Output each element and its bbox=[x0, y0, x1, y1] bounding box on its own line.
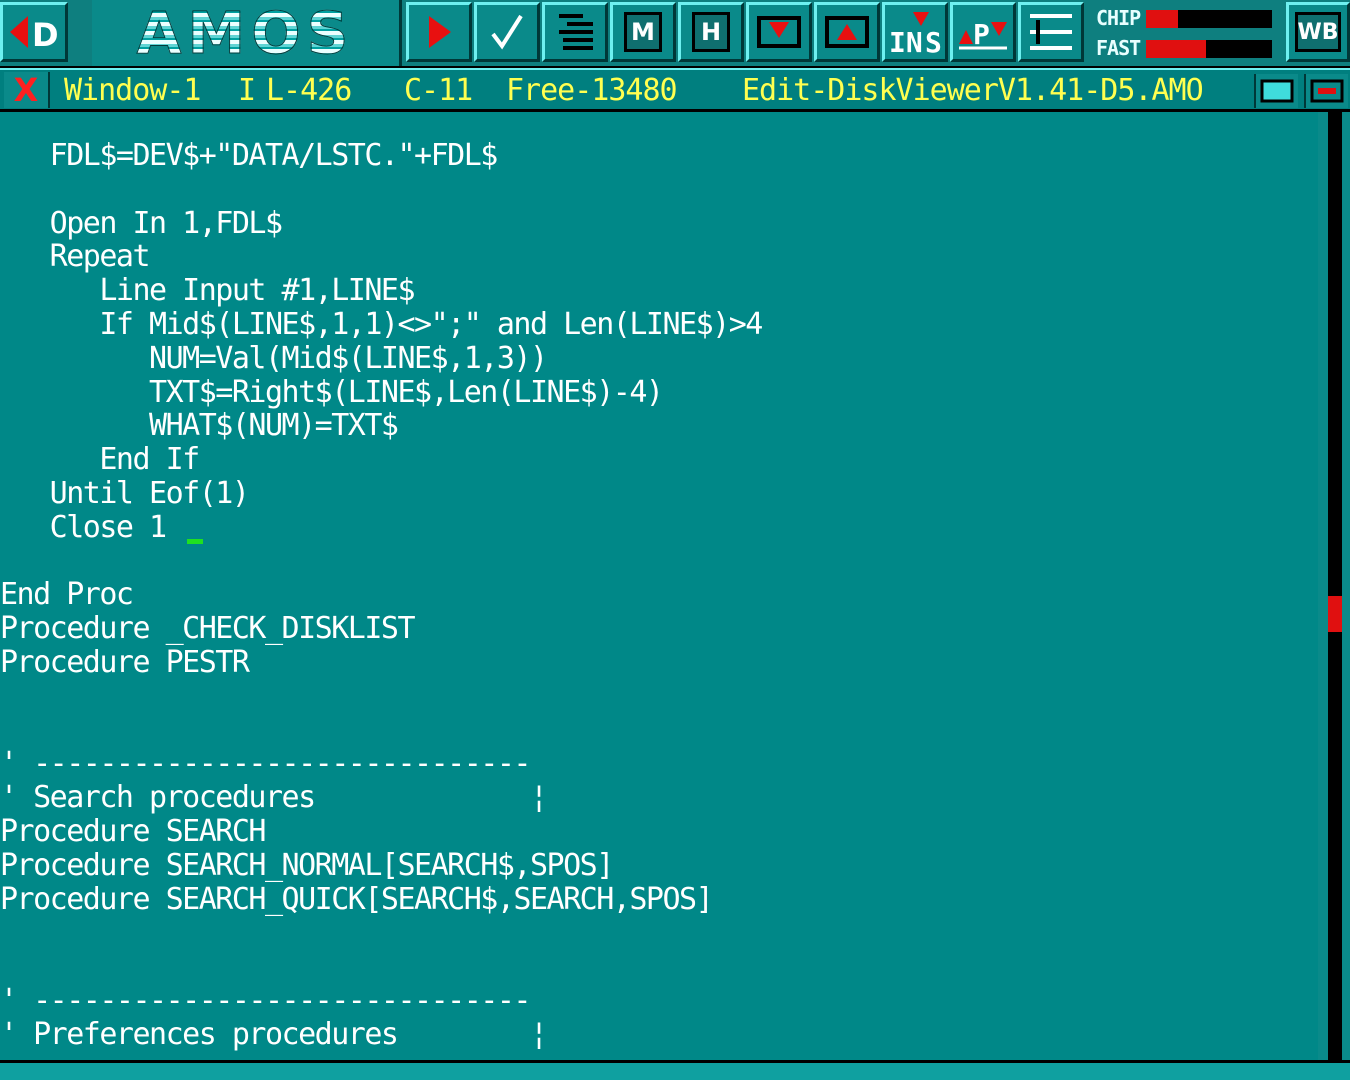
code-line[interactable]: NUM=Val(Mid$(LINE$,1,3)) bbox=[0, 341, 548, 376]
close-icon: X bbox=[13, 71, 39, 109]
fold-down-icon bbox=[757, 16, 801, 48]
line-indicator: L-426 bbox=[266, 73, 352, 108]
fold-button[interactable] bbox=[746, 2, 812, 62]
code-line[interactable]: ' Search procedures ¦ bbox=[0, 781, 548, 815]
zoom-gadget[interactable] bbox=[1304, 74, 1348, 108]
code-line[interactable]: Procedure SEARCH bbox=[0, 815, 266, 849]
logo-text: AMOS bbox=[136, 0, 355, 67]
procedure-button[interactable]: P bbox=[950, 2, 1016, 62]
toolbar: D AMOS M H IN S P CHIP FAST WB bbox=[0, 0, 1350, 68]
chip-memory-bar bbox=[1146, 10, 1272, 28]
check-icon bbox=[491, 14, 523, 50]
code-line[interactable]: Procedure SEARCH_NORMAL[SEARCH$,SPOS] bbox=[0, 848, 614, 883]
scrollbar-track[interactable] bbox=[1328, 112, 1342, 1062]
vertical-scrollbar[interactable] bbox=[1318, 112, 1350, 1062]
insert-button[interactable]: IN S bbox=[882, 2, 948, 62]
chip-label: CHIP bbox=[1096, 6, 1141, 30]
text-cursor bbox=[186, 538, 203, 544]
run-button[interactable] bbox=[406, 2, 472, 62]
depth-gadget[interactable] bbox=[1254, 74, 1298, 108]
code-line[interactable]: ' ------------------------------ bbox=[0, 984, 531, 1018]
monitor-button[interactable]: M bbox=[610, 2, 676, 62]
unfold-button[interactable] bbox=[814, 2, 880, 62]
code-line[interactable]: FDL$=DEV$+"DATA/LSTC."+FDL$ bbox=[0, 139, 499, 173]
code-line[interactable]: Open In 1,FDL$ bbox=[0, 206, 283, 241]
chip-memory-fill bbox=[1146, 10, 1178, 28]
screen-depth-icon bbox=[1260, 79, 1294, 103]
arrow-left-d-icon: D bbox=[10, 16, 59, 54]
code-line[interactable]: If Mid$(LINE$,1,1)<>";" and Len(LINE$)>4 bbox=[0, 308, 763, 342]
code-line[interactable]: End Proc bbox=[0, 578, 134, 612]
code-line[interactable]: Until Eof(1) bbox=[0, 477, 250, 511]
code-line[interactable]: ' ------------------------------ bbox=[0, 747, 531, 781]
insert-mode-indicator: I bbox=[238, 73, 256, 108]
svg-text:D: D bbox=[32, 16, 59, 54]
fast-memory-bar bbox=[1146, 40, 1272, 58]
procedure-icon: P bbox=[959, 18, 1007, 51]
help-button[interactable]: H bbox=[678, 2, 744, 62]
svg-text:S: S bbox=[925, 26, 942, 56]
workbench-button[interactable]: WB bbox=[1286, 2, 1350, 62]
code-line[interactable]: Procedure _CHECK_DISKLIST bbox=[0, 612, 416, 646]
code-line[interactable]: Repeat bbox=[0, 240, 151, 274]
code-line[interactable]: Procedure SEARCH_QUICK[SEARCH$,SEARCH,SP… bbox=[0, 882, 714, 917]
free-memory-indicator: Free-13480 bbox=[506, 73, 678, 108]
memory-gauges: CHIP FAST bbox=[1088, 0, 1282, 66]
fold-up-icon bbox=[825, 16, 869, 48]
wb-icon: WB bbox=[1295, 12, 1341, 52]
line-insert-icon bbox=[1030, 14, 1072, 50]
code-line[interactable]: TXT$=Right$(LINE$,Len(LINE$)-4) bbox=[0, 375, 664, 410]
line-button[interactable] bbox=[1018, 2, 1084, 62]
scrollbar-thumb[interactable] bbox=[1328, 596, 1342, 633]
insert-icon: IN S bbox=[889, 12, 942, 56]
fast-memory-fill bbox=[1146, 40, 1207, 58]
code-editor[interactable]: FDL$=DEV$+"DATA/LSTC."+FDL$ Open In 1,FD… bbox=[0, 112, 1318, 1060]
window-name: Window-1 bbox=[64, 73, 201, 108]
h-key-icon: H bbox=[692, 12, 730, 52]
code-line[interactable]: Close 1 bbox=[0, 510, 167, 545]
lines-icon bbox=[559, 14, 593, 50]
m-key-icon: M bbox=[624, 12, 662, 52]
test-button[interactable] bbox=[474, 2, 540, 62]
status-bar: X Window-1 I L-426 C-11 Free-13480 Edit-… bbox=[0, 68, 1350, 112]
fast-label: FAST bbox=[1096, 36, 1141, 60]
code-line[interactable]: Procedure PESTR bbox=[0, 646, 250, 680]
svg-text:IN: IN bbox=[889, 26, 923, 56]
amos-logo: AMOS bbox=[92, 0, 402, 66]
horizontal-scrollbar[interactable] bbox=[0, 1060, 1350, 1080]
column-indicator: C-11 bbox=[404, 73, 473, 108]
code-line[interactable]: Line Input #1,LINE$ bbox=[0, 274, 415, 308]
close-window-button[interactable]: X bbox=[4, 71, 50, 109]
indent-button[interactable] bbox=[542, 2, 608, 62]
edit-filename: Edit-DiskViewerV1.41-D5.AMO bbox=[742, 73, 1204, 108]
svg-text:P: P bbox=[973, 18, 990, 51]
code-line[interactable]: End If bbox=[0, 443, 200, 477]
prev-menu-button[interactable]: D bbox=[0, 2, 68, 62]
play-icon bbox=[429, 16, 451, 48]
code-line[interactable]: WHAT$(NUM)=TXT$ bbox=[0, 409, 399, 443]
zoom-icon bbox=[1310, 79, 1344, 103]
code-line[interactable]: ' Preferences procedures ¦ bbox=[0, 1017, 548, 1052]
